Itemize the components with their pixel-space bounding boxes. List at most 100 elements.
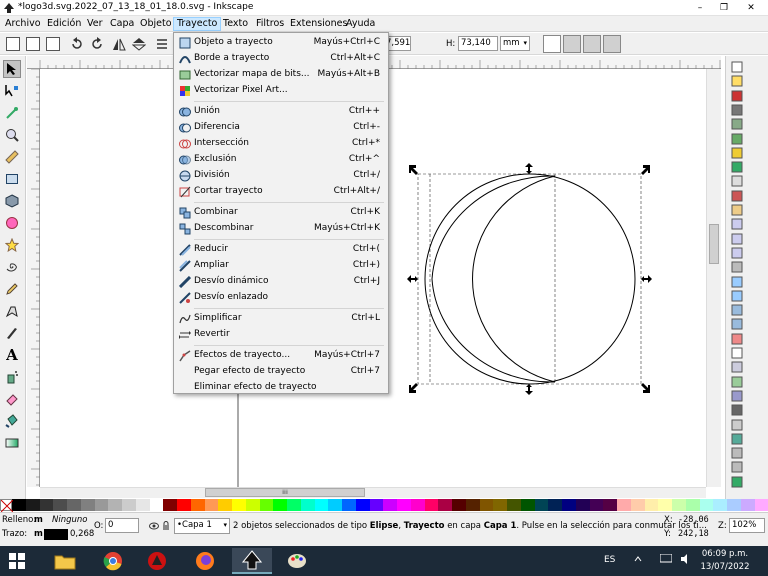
vertical-scroll-thumb[interactable]	[709, 224, 719, 264]
redo-icon[interactable]	[730, 160, 744, 174]
color-palette[interactable]	[0, 499, 768, 512]
palette-swatch[interactable]	[493, 499, 507, 511]
palette-swatch[interactable]	[534, 499, 549, 511]
palette-swatch[interactable]	[25, 499, 40, 511]
palette-swatch[interactable]	[12, 499, 26, 511]
menu-item-eliminar-efecto-de-trayecto[interactable]: Eliminar efecto de trayecto	[174, 380, 388, 396]
file-explorer-icon[interactable]	[48, 548, 82, 574]
snap-bbox-icon[interactable]	[730, 446, 744, 460]
palette-swatch[interactable]	[438, 499, 452, 511]
menu-item-combinar[interactable]: Combinar Ctrl+K	[174, 205, 388, 221]
grid-icon[interactable]	[730, 475, 744, 489]
zoom-drawing-icon[interactable]	[730, 232, 744, 246]
palette-swatch[interactable]	[644, 499, 659, 511]
pen-tool-icon[interactable]	[3, 302, 21, 320]
import-icon[interactable]	[730, 117, 744, 131]
app-red-icon[interactable]	[140, 548, 174, 574]
node-tool[interactable]	[3, 82, 21, 100]
vertical-ruler[interactable]	[27, 68, 40, 487]
palette-swatch[interactable]	[617, 499, 631, 511]
palette-swatch[interactable]	[80, 499, 95, 511]
unit-select[interactable]: mm ▾	[500, 36, 530, 51]
menu-item-vectorizar-pixel-art[interactable]: Vectorizar Pixel Art...	[174, 83, 388, 99]
no-color-swatch[interactable]	[0, 499, 13, 512]
menu-item-división[interactable]: División Ctrl+/	[174, 168, 388, 184]
menu-item-diferencia[interactable]: Diferencia Ctrl+-	[174, 120, 388, 136]
menu-item-pegar-efecto-de-trayecto[interactable]: Pegar efecto de trayecto Ctrl+7	[174, 364, 388, 380]
open-icon[interactable]	[730, 74, 744, 88]
rotate-ccw-icon[interactable]	[70, 37, 84, 51]
zoom-page-icon[interactable]	[730, 246, 744, 260]
palette-swatch[interactable]	[658, 499, 672, 511]
menu-filtros[interactable]: Filtros	[253, 17, 287, 31]
height-field[interactable]: 73,140	[458, 36, 498, 51]
paint-bucket-tool-icon[interactable]	[3, 412, 21, 430]
stroke-swatch[interactable]	[44, 529, 68, 540]
palette-swatch[interactable]	[410, 499, 425, 511]
ellipse-tool-icon[interactable]	[3, 214, 21, 232]
cut-icon[interactable]	[730, 189, 744, 203]
gradient-tool-icon[interactable]	[3, 434, 21, 452]
palette-swatch[interactable]	[383, 499, 397, 511]
menu-item-ampliar[interactable]: Ampliar Ctrl+)	[174, 258, 388, 274]
palette-swatch[interactable]	[177, 499, 191, 511]
palette-swatch[interactable]	[603, 499, 617, 511]
menu-objeto[interactable]: Objeto	[137, 17, 175, 31]
menu-ver[interactable]: Ver	[84, 17, 106, 31]
menu-item-reducir[interactable]: Reducir Ctrl+(	[174, 242, 388, 258]
fill-value[interactable]: Ninguno	[52, 515, 87, 525]
palette-swatch[interactable]	[479, 499, 494, 511]
tray-chevron-icon[interactable]	[634, 555, 642, 566]
palette-swatch[interactable]	[754, 499, 768, 511]
close-button[interactable]: ✕	[741, 1, 761, 14]
palette-swatch[interactable]	[67, 499, 81, 511]
vertical-scrollbar[interactable]	[706, 69, 721, 487]
save-icon[interactable]	[730, 89, 744, 103]
palette-swatch[interactable]	[575, 499, 590, 511]
menu-edicion[interactable]: Edición	[44, 17, 84, 31]
menu-item-objeto-a-trayecto[interactable]: Objeto a trayecto Mayús+Ctrl+C	[174, 35, 388, 51]
palette-swatch[interactable]	[94, 499, 109, 511]
palette-swatch[interactable]	[589, 499, 604, 511]
pencil-tool-icon[interactable]	[3, 280, 21, 298]
palette-swatch[interactable]	[397, 499, 411, 511]
palette-swatch[interactable]	[328, 499, 342, 511]
palette-swatch[interactable]	[452, 499, 466, 511]
align-icon[interactable]	[730, 389, 744, 403]
palette-swatch[interactable]	[149, 499, 164, 511]
spiral-tool-icon[interactable]	[3, 258, 21, 276]
document-properties-icon[interactable]	[730, 418, 744, 432]
tweak-tool[interactable]	[3, 104, 21, 122]
horizontal-scroll-thumb[interactable]: ⁞⁞⁞	[205, 488, 365, 497]
move-patterns-toggle[interactable]	[603, 35, 621, 53]
menu-capa[interactable]: Capa	[107, 17, 137, 31]
palette-swatch[interactable]	[259, 499, 274, 511]
menu-item-borde-a-trayecto[interactable]: Borde a trayecto Ctrl+Alt+C	[174, 51, 388, 67]
menu-item-exclusión[interactable]: Exclusión Ctrl+^	[174, 152, 388, 168]
palette-swatch[interactable]	[685, 499, 700, 511]
maximize-button[interactable]: ❐	[714, 1, 734, 14]
lock-icon[interactable]	[161, 521, 171, 531]
palette-swatch[interactable]	[108, 499, 122, 511]
clone-icon[interactable]	[730, 275, 744, 289]
menu-item-efectos-de-trayecto[interactable]: Efectos de trayecto... Mayús+Ctrl+7	[174, 348, 388, 364]
palette-swatch[interactable]	[548, 499, 562, 511]
palette-swatch[interactable]	[39, 499, 54, 511]
palette-swatch[interactable]	[287, 499, 301, 511]
palette-swatch[interactable]	[232, 499, 246, 511]
palette-swatch[interactable]	[630, 499, 645, 511]
print-icon[interactable]	[730, 103, 744, 117]
rectangle-tool-icon[interactable]	[3, 170, 21, 188]
scale-stroke-toggle[interactable]	[543, 35, 561, 53]
menu-item-desvío-dinámico[interactable]: Desvío dinámico Ctrl+J	[174, 274, 388, 290]
fill-stroke-icon[interactable]	[730, 332, 744, 346]
palette-swatch[interactable]	[562, 499, 576, 511]
new-document-icon[interactable]	[730, 60, 744, 74]
language-indicator[interactable]: ES	[604, 555, 615, 565]
palette-swatch[interactable]	[163, 499, 177, 511]
measure-tool-icon[interactable]	[3, 148, 21, 166]
paste-icon[interactable]	[730, 203, 744, 217]
zoom-selection-icon[interactable]	[730, 217, 744, 231]
text-font-icon[interactable]	[730, 346, 744, 360]
menu-trayecto[interactable]: Trayecto	[173, 17, 222, 31]
